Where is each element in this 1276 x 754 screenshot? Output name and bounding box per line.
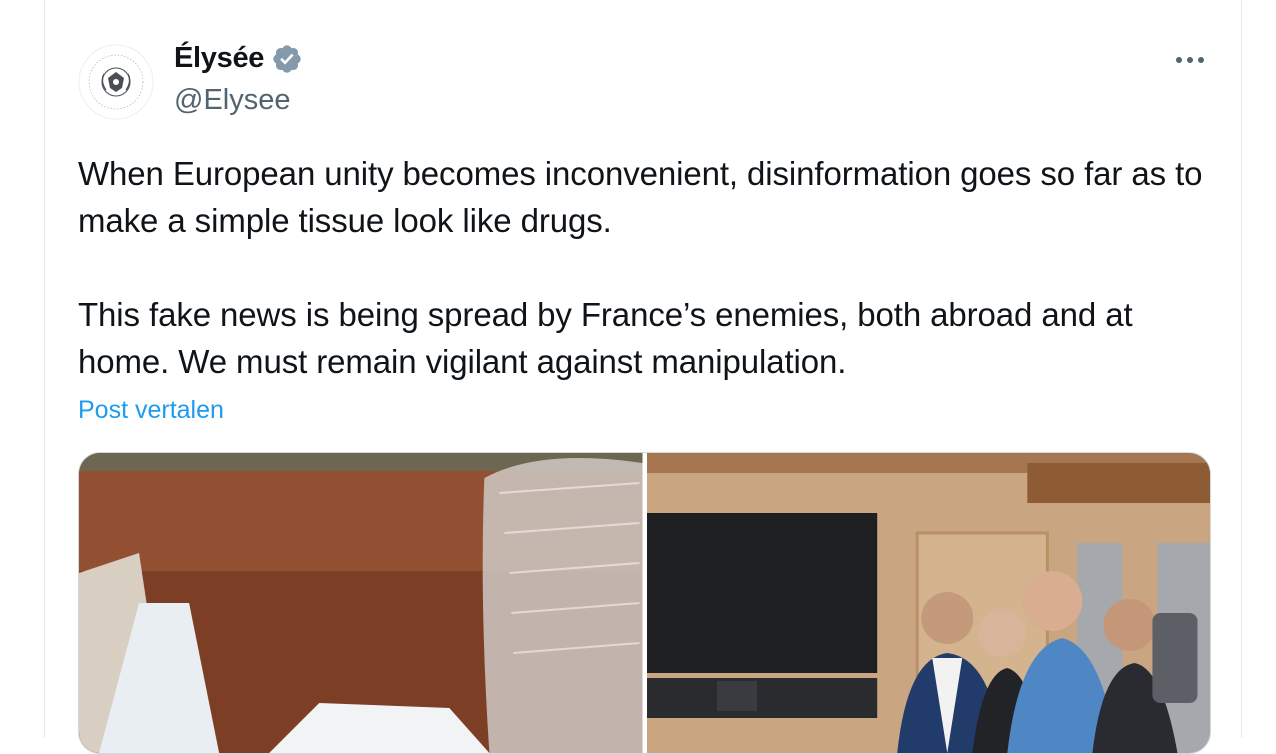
verified-badge-icon [273,44,301,73]
more-dots-icon [1176,57,1204,63]
tissue-photo [79,453,643,753]
train-photo [646,453,1210,753]
more-options-button[interactable] [1170,46,1210,74]
media-grid [78,452,1211,754]
tweet-paragraph-2: This fake news is being spread by France… [78,296,1142,380]
tweet-text: When European unity becomes inconvenient… [78,150,1218,385]
tweet-paragraph-1: When European unity becomes inconvenient… [78,155,1212,239]
media-image-tissue[interactable] [79,453,643,753]
handle[interactable]: @Elysee [174,84,290,117]
avatar[interactable] [78,44,154,120]
display-name[interactable]: Élysée [174,42,264,75]
translate-post-link[interactable]: Post vertalen [78,396,224,425]
media-image-train[interactable] [646,453,1210,753]
